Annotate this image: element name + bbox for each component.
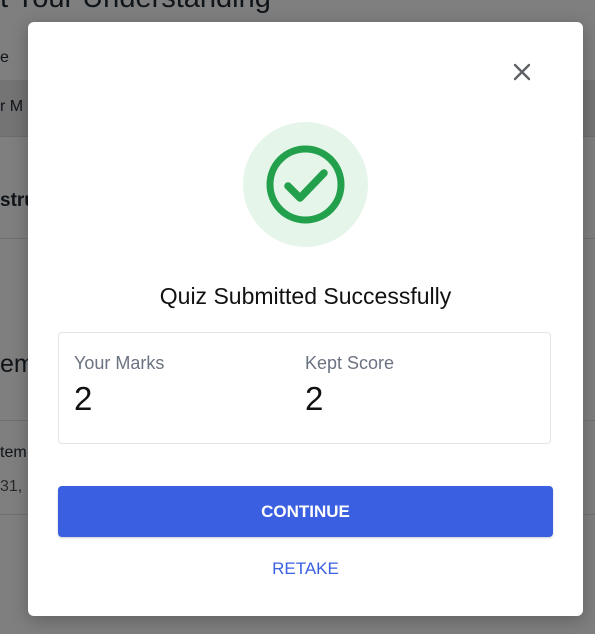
your-marks-block: Your Marks 2 (74, 353, 164, 418)
retake-button[interactable]: RETAKE (28, 559, 583, 579)
page: t Your Understanding e r M stru emp tem … (0, 0, 595, 634)
success-badge (243, 122, 368, 247)
close-icon (513, 63, 531, 81)
kept-score-value: 2 (305, 380, 324, 417)
score-summary-card: Your Marks 2 Kept Score 2 (58, 332, 551, 444)
continue-button[interactable]: CONTINUE (58, 486, 553, 537)
dialog-title: Quiz Submitted Successfully (159, 283, 452, 309)
kept-score-label: Kept Score (305, 353, 395, 373)
quiz-submitted-dialog: Quiz Submitted Successfully Your Marks 2… (28, 22, 583, 616)
check-circle-icon (266, 145, 345, 224)
your-marks-value: 2 (74, 380, 93, 417)
kept-score-block: Kept Score 2 (305, 353, 394, 418)
your-marks-label: Your Marks (74, 353, 165, 373)
close-button[interactable] (508, 58, 536, 86)
